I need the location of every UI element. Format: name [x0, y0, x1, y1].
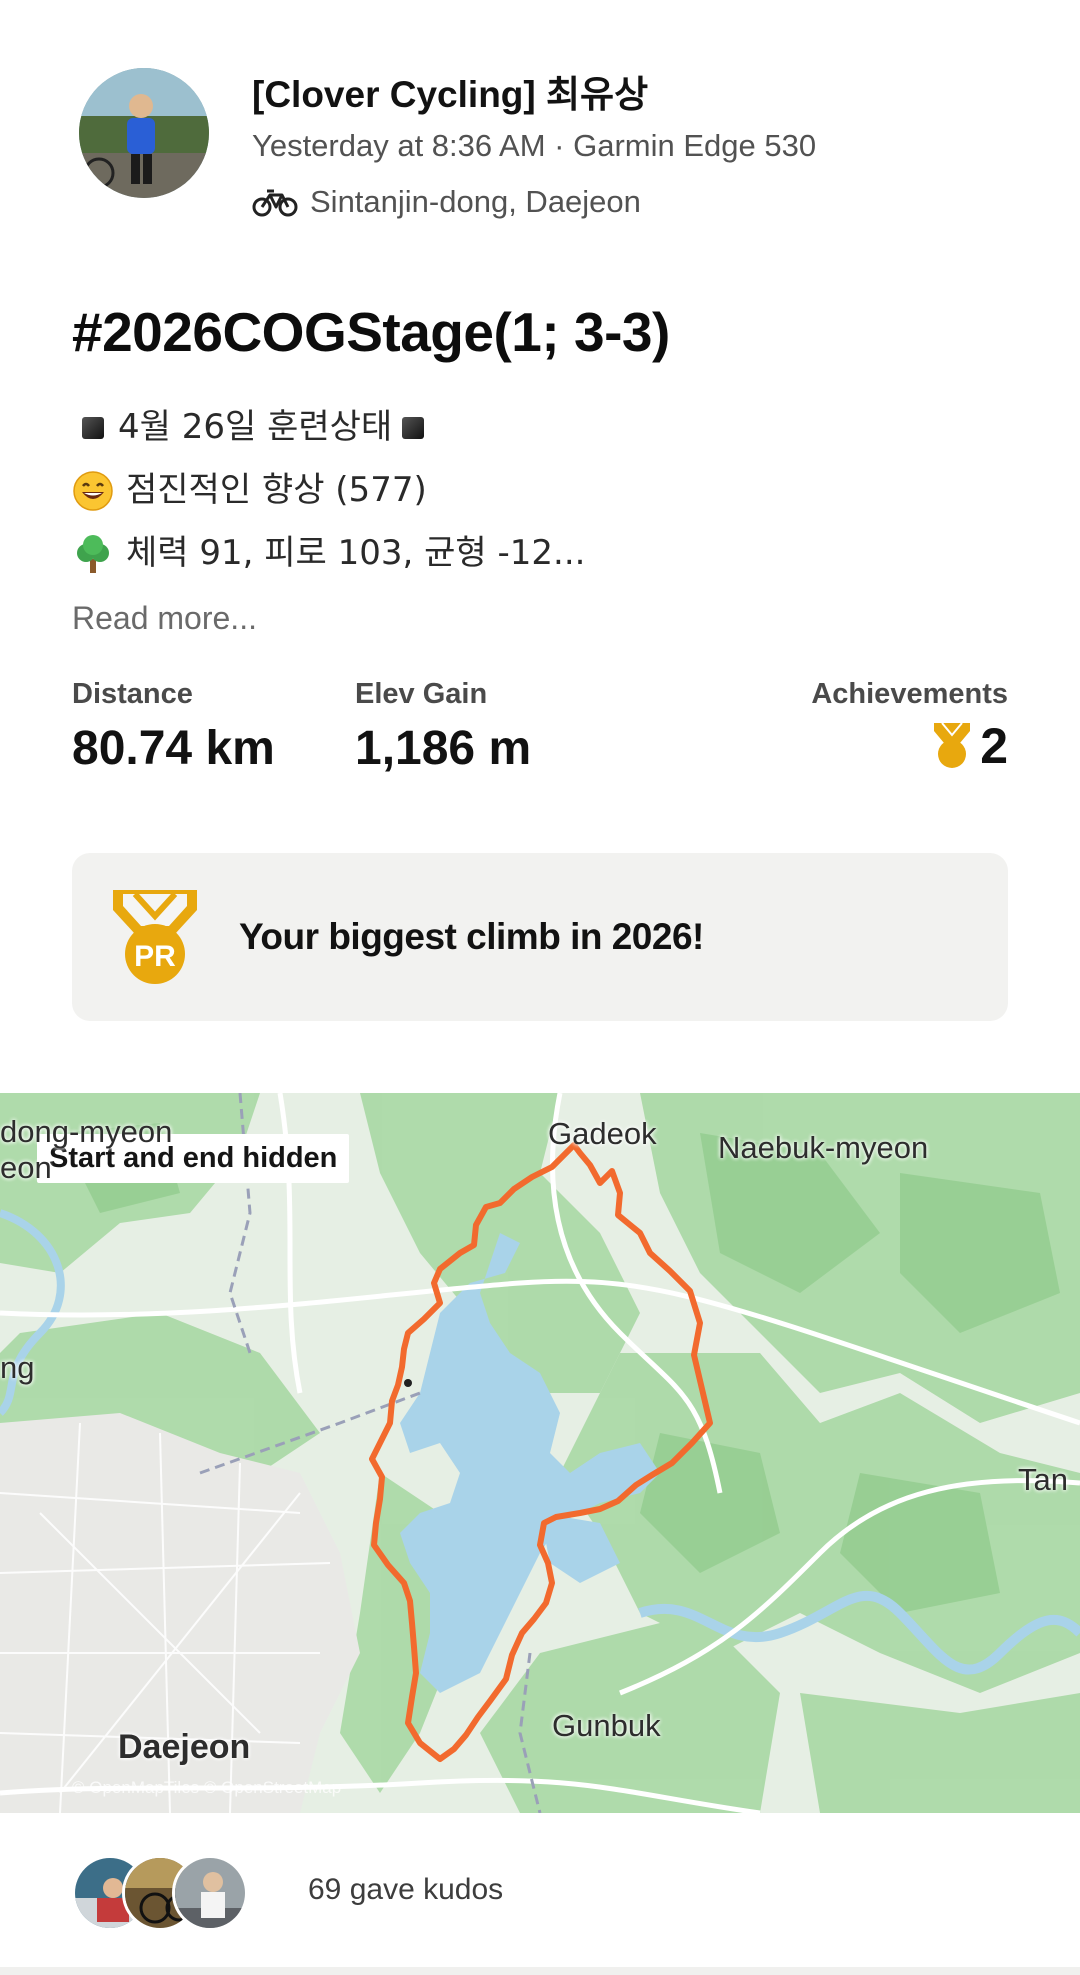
activity-location: Sintanjin-dong, Daejeon: [252, 184, 641, 220]
read-more-link[interactable]: Read more...: [72, 600, 257, 637]
stat-label: Distance: [72, 678, 193, 710]
pr-text: Your biggest climb in 2026!: [239, 916, 704, 957]
achievements-count: 2: [980, 718, 1008, 774]
map-label: Gadeok: [548, 1116, 657, 1151]
stat-distance: Distance 80.74 km: [72, 678, 275, 776]
athlete-avatar[interactable]: [79, 68, 209, 198]
map-label: eon: [0, 1150, 52, 1185]
pr-medal-icon: PR: [113, 890, 197, 984]
map-label: dong-myeon: [0, 1114, 173, 1149]
medal-icon: [934, 722, 971, 768]
stat-value: 1,186 m: [355, 722, 532, 775]
map-copyright: © OpenMapTiles © OpenStreetMap: [72, 1778, 342, 1797]
description-line: 4월 26일 훈련상태: [72, 396, 585, 459]
location-text: Sintanjin-dong, Daejeon: [310, 184, 641, 219]
kudos-text[interactable]: 69 gave kudos: [308, 1873, 503, 1907]
route-map[interactable]: [0, 1093, 1080, 1813]
map-label: Daejeon: [118, 1728, 251, 1766]
activity-header: [Clover Cycling] 최유상 Yesterday at 8:36 A…: [0, 0, 1080, 270]
map-label: ng: [0, 1350, 35, 1385]
bike-icon: [252, 189, 298, 217]
pr-achievement-card[interactable]: PR Your biggest climb in 2026!: [72, 853, 1008, 1021]
black-square-icon: [402, 416, 425, 439]
kudo-avatar[interactable]: [172, 1855, 248, 1931]
stat-label: Achievements: [811, 678, 1008, 710]
stat-elev-gain: Elev Gain 1,186 m: [355, 678, 531, 776]
athlete-name[interactable]: [Clover Cycling] 최유상: [252, 64, 648, 118]
stat-label: Elev Gain: [355, 678, 488, 710]
activity-title[interactable]: #2026COGStage(1; 3-3): [72, 300, 670, 364]
description-line: 체력 91, 피로 103, 균형 -12...: [72, 522, 585, 585]
stat-achievements[interactable]: Achievements 2: [811, 678, 1008, 775]
kudos-avatars[interactable]: [72, 1855, 272, 1931]
kudos-bar[interactable]: 69 gave kudos: [0, 1813, 1080, 1975]
description-line: 점진적인 향상 (577): [72, 459, 585, 522]
map-label: Naebuk-myeon: [718, 1130, 929, 1165]
grinning-face-icon: [73, 470, 113, 511]
black-square-icon: [82, 416, 104, 439]
map-canvas: [0, 1093, 1080, 1813]
map-label: Gunbuk: [552, 1708, 661, 1743]
stat-value: 80.74 km: [72, 722, 275, 775]
map-label: Tan: [1018, 1462, 1068, 1497]
pr-badge-text: PR: [134, 940, 176, 973]
tree-icon: [77, 534, 109, 573]
divider: [0, 1967, 1080, 1975]
activity-description: 4월 26일 훈련상태 점진적인 향상 (577) 체력 91, 피로 103,…: [72, 396, 585, 585]
activity-meta: Yesterday at 8:36 AM · Garmin Edge 530: [252, 128, 817, 163]
